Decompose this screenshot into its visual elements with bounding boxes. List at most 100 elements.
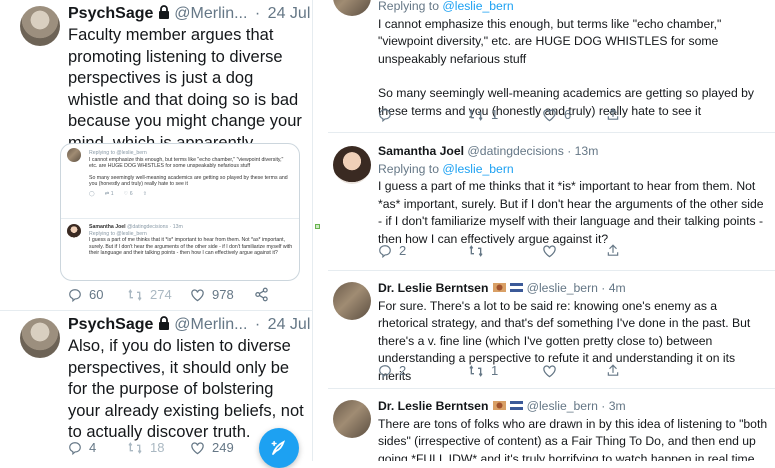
samantha-avatar[interactable] (333, 146, 371, 184)
tweet1-like-button[interactable]: 978 (190, 287, 254, 302)
leslie1-retweet-count: 1 (491, 363, 499, 378)
tweet2-dot: · (254, 316, 261, 333)
mini-avatar-samantha (67, 224, 81, 238)
divider (328, 132, 775, 133)
heart-icon (543, 364, 556, 377)
samantha-retweet-button[interactable] (468, 244, 542, 258)
leslie-avatar-1[interactable] (333, 282, 371, 320)
leslie-avatar-top[interactable] (333, 0, 371, 16)
leslie1-share-button[interactable] (606, 363, 627, 378)
heart-icon (543, 244, 556, 257)
samantha-replying-handle[interactable]: @leslie_bern (442, 162, 513, 176)
retweet-icon (128, 288, 142, 301)
top-replying-handle[interactable]: @leslie_bern (442, 0, 513, 13)
lock-icon (158, 316, 169, 330)
tweet1-retweet-count: 274 (150, 287, 172, 302)
tweet2-reply-button[interactable]: 4 (68, 440, 127, 455)
retweet-icon (469, 364, 483, 377)
compose-icon (271, 440, 286, 455)
samantha-like-button[interactable] (542, 244, 606, 258)
tweet1-handle[interactable]: @Merlin... (174, 5, 247, 22)
mini-actions: ◯ ⇄ 1 ♡ 6 ⇧ (89, 190, 148, 197)
heart-icon (191, 288, 204, 301)
tweet1-reply-count: 60 (89, 287, 104, 302)
samantha-share-button[interactable] (606, 243, 627, 258)
tweet2-handle[interactable]: @Merlin... (174, 316, 247, 333)
leslie1-retweet-button[interactable]: 1 (468, 363, 542, 378)
leslie2-name[interactable]: Dr. Leslie Berntsen (378, 399, 488, 413)
heart-icon (191, 441, 204, 454)
tweet1-like-count: 978 (212, 287, 234, 302)
selection-handle[interactable] (315, 224, 320, 229)
psychsage-avatar[interactable] (20, 6, 60, 46)
leslie1-name[interactable]: Dr. Leslie Berntsen (378, 281, 488, 295)
share-icon (607, 244, 619, 256)
top-replying: Replying to @leslie_bern (378, 0, 514, 13)
divider (0, 310, 313, 311)
left-thread-panel: PsychSage @Merlin... · 24 Jul Faculty me… (0, 0, 313, 468)
tweet2-retweet-button[interactable]: 18 (127, 440, 190, 455)
samantha-reply-button[interactable]: 2 (378, 243, 468, 258)
share-icon (255, 287, 268, 302)
top-like-button[interactable]: 6 (542, 107, 606, 122)
leslie1-handle[interactable]: @leslie_bern · 4m (527, 281, 626, 295)
tweet2-reply-count: 4 (89, 440, 97, 455)
tweet1-retweet-button[interactable]: 274 (127, 287, 190, 302)
leslie-avatar-2[interactable] (333, 400, 371, 438)
tweet1-image[interactable]: Replying to @leslie_bern I cannot emphas… (60, 143, 300, 281)
tweet2-author[interactable]: PsychSage (68, 316, 153, 333)
tweet1-reply-button[interactable]: 60 (68, 287, 127, 302)
leslie2-tweet-body: Dr. Leslie Berntsen @leslie_bern · 3m Th… (378, 398, 770, 461)
retweet-icon (469, 108, 483, 121)
flag-icon (510, 283, 524, 292)
reply-icon (379, 364, 391, 378)
samantha-replying: Replying to @leslie_bern (378, 161, 514, 176)
top-like-count: 6 (564, 107, 572, 122)
mini-handle2: @datingdecisions · 13m (127, 224, 183, 230)
compose-tweet-button[interactable] (259, 428, 299, 468)
samantha-tweet-body: Samantha Joel @datingdecisions · 13m Rep… (378, 143, 770, 248)
leslie2-handle[interactable]: @leslie_bern · 3m (527, 399, 626, 413)
top-actions: 1 6 (378, 107, 627, 122)
tweet2-like-button[interactable]: 249 (190, 440, 254, 455)
leslie1-reply-button[interactable]: 2 (378, 363, 468, 378)
mini-avatar-leslie (67, 148, 81, 162)
emoji-icon (492, 401, 506, 410)
share-icon (607, 364, 619, 376)
reply-icon (379, 108, 391, 122)
tweet1-date[interactable]: 24 Jul (268, 5, 311, 22)
mini-text1: I cannot emphasize this enough, but term… (89, 156, 284, 170)
lock-icon (158, 5, 169, 19)
reply-icon (69, 288, 81, 302)
mini-name2: Samantha Joel (89, 224, 126, 230)
panel-gap (313, 0, 328, 461)
share-icon (607, 108, 619, 120)
samantha-text: I guess a part of me thinks that it *is*… (378, 179, 764, 246)
samantha-handle[interactable]: @datingdecisions · 13m (467, 144, 598, 158)
tweet2-retweet-count: 18 (150, 440, 165, 455)
top-share-button[interactable] (606, 107, 627, 122)
divider (328, 388, 775, 389)
mini-replying: Replying to @leslie_bern (89, 150, 147, 156)
mini-rts: 1 (110, 190, 114, 197)
tweet2-like-count: 249 (212, 440, 234, 455)
leslie1-like-button[interactable] (542, 364, 606, 378)
tweet1-share-button[interactable] (254, 287, 276, 302)
tweet1-author[interactable]: PsychSage (68, 5, 153, 22)
tweet2-date[interactable]: 24 Jul (268, 316, 311, 333)
psychsage-avatar-2[interactable] (20, 318, 60, 358)
tweet2-header: PsychSage @Merlin... · 24 Jul (68, 316, 310, 334)
samantha-reply-count: 2 (399, 243, 407, 258)
tweet2-text: Also, if you do listen to diverse perspe… (68, 337, 304, 441)
emoji-icon (492, 283, 506, 292)
tweet1-header: PsychSage @Merlin... · 24 Jul (68, 5, 310, 23)
retweet-icon (128, 441, 142, 454)
right-thread-panel: Replying to @leslie_bern I cannot emphas… (328, 0, 775, 461)
top-retweet-button[interactable]: 1 (468, 107, 542, 122)
samantha-name[interactable]: Samantha Joel (378, 144, 464, 158)
top-text1: I cannot emphasize this enough, but term… (378, 16, 722, 66)
top-reply-button[interactable] (378, 108, 468, 122)
mini-likes: 6 (129, 190, 133, 197)
leslie1-reply-count: 2 (399, 363, 407, 378)
top-retweet-count: 1 (491, 107, 499, 122)
